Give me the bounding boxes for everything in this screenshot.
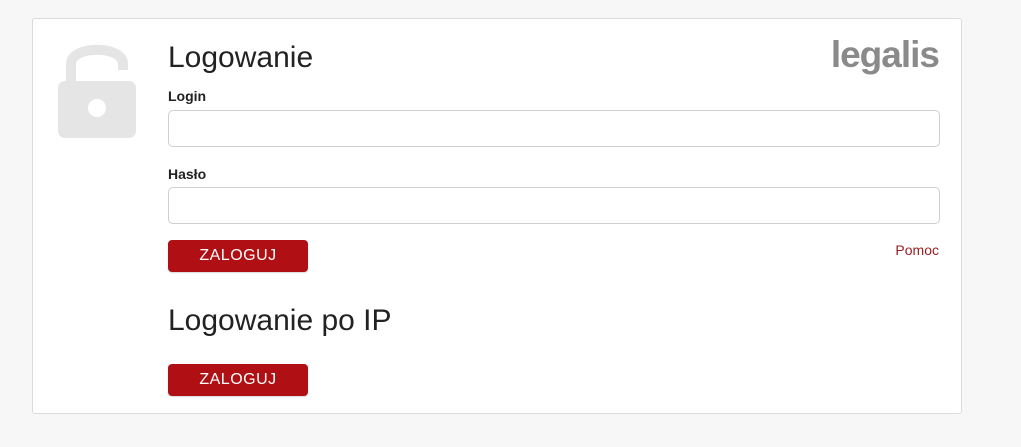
password-input[interactable] [168, 187, 940, 224]
login-title: Logowanie [168, 41, 314, 74]
help-link[interactable]: Pomoc [895, 242, 939, 258]
ip-login-button[interactable]: ZALOGUJ [168, 364, 308, 396]
legalis-logo: legalis [830, 34, 940, 75]
login-label: Login [168, 88, 207, 104]
login-input[interactable] [168, 110, 940, 147]
login-button[interactable]: ZALOGUJ [168, 240, 308, 272]
lock-open-icon [58, 44, 136, 138]
login-panel: legalis Logowanie Login Hasło ZALOGUJ Po… [32, 18, 962, 414]
ip-login-title: Logowanie po IP [168, 304, 392, 337]
password-label: Hasło [168, 166, 207, 182]
